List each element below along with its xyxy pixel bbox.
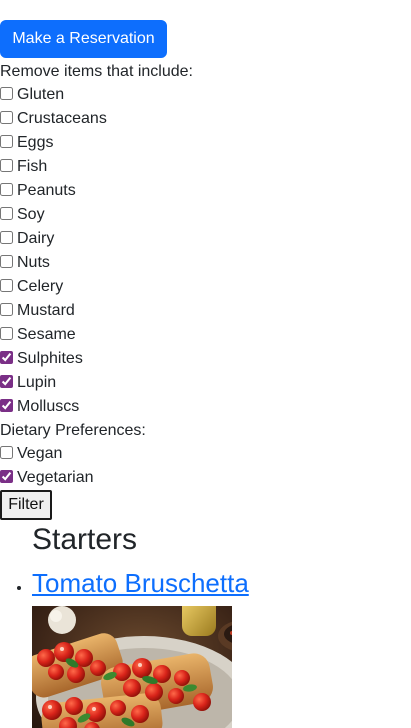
checkbox-dairy[interactable] (0, 231, 13, 244)
checkbox-sulphites[interactable] (0, 351, 13, 364)
dietary-preferences-heading: Dietary Preferences: (0, 422, 146, 439)
option-label: Nuts (17, 254, 50, 271)
option-label: Gluten (17, 86, 65, 103)
dish-photo[interactable] (32, 606, 232, 728)
checkbox-soy[interactable] (0, 207, 13, 220)
checkbox-eggs[interactable] (0, 135, 13, 148)
checkbox-mustard[interactable] (0, 303, 13, 316)
option-nuts[interactable]: Nuts (0, 251, 411, 275)
option-fish[interactable]: Fish (0, 155, 411, 179)
page: Make a Reservation Remove items that inc… (0, 0, 411, 728)
option-label: Eggs (17, 134, 54, 151)
make-reservation-button[interactable]: Make a Reservation (0, 20, 167, 58)
checkbox-gluten[interactable] (0, 87, 13, 100)
option-label: Fish (17, 158, 48, 175)
menu-item: Tomato Bruschetta (32, 566, 249, 600)
option-celery[interactable]: Celery (0, 275, 411, 299)
option-mustard[interactable]: Mustard (0, 299, 411, 323)
option-label: Sesame (17, 326, 76, 343)
option-vegan[interactable]: Vegan (0, 442, 411, 466)
checkbox-celery[interactable] (0, 279, 13, 292)
option-label: Vegetarian (17, 469, 94, 486)
checkbox-molluscs[interactable] (0, 399, 13, 412)
checkbox-nuts[interactable] (0, 255, 13, 268)
option-label: Crustaceans (17, 110, 107, 127)
option-eggs[interactable]: Eggs (0, 131, 411, 155)
allergen-filter-form: Remove items that include: Gluten Crusta… (0, 60, 411, 490)
option-label: Sulphites (17, 350, 83, 367)
option-label: Peanuts (17, 182, 76, 199)
option-label: Vegan (17, 445, 63, 462)
dish-photo-illustration (32, 606, 232, 728)
option-label: Molluscs (17, 398, 80, 415)
menu-item-list: Tomato Bruschetta (0, 566, 249, 600)
menu-item-link[interactable]: Tomato Bruschetta (32, 566, 249, 600)
option-label: Mustard (17, 302, 75, 319)
option-sesame[interactable]: Sesame (0, 323, 411, 347)
option-label: Dairy (17, 230, 55, 247)
allergen-heading: Remove items that include: (0, 63, 193, 80)
section-title-starters: Starters (32, 523, 138, 556)
checkbox-vegan[interactable] (0, 446, 13, 459)
checkbox-peanuts[interactable] (0, 183, 13, 196)
option-dairy[interactable]: Dairy (0, 227, 411, 251)
checkbox-fish[interactable] (0, 159, 13, 172)
option-sulphites[interactable]: Sulphites (0, 347, 411, 371)
option-crustaceans[interactable]: Crustaceans (0, 107, 411, 131)
option-peanuts[interactable]: Peanuts (0, 179, 411, 203)
option-label: Soy (17, 206, 45, 223)
option-gluten[interactable]: Gluten (0, 83, 411, 107)
option-lupin[interactable]: Lupin (0, 371, 411, 395)
filter-button[interactable]: Filter (0, 490, 52, 520)
cut-off-text (0, 0, 4, 2)
checkbox-vegetarian[interactable] (0, 470, 13, 483)
checkbox-crustaceans[interactable] (0, 111, 13, 124)
option-molluscs[interactable]: Molluscs (0, 395, 411, 419)
option-label: Lupin (17, 374, 57, 391)
checkbox-sesame[interactable] (0, 327, 13, 340)
option-soy[interactable]: Soy (0, 203, 411, 227)
option-label: Celery (17, 278, 64, 295)
option-vegetarian[interactable]: Vegetarian (0, 466, 411, 490)
checkbox-lupin[interactable] (0, 375, 13, 388)
